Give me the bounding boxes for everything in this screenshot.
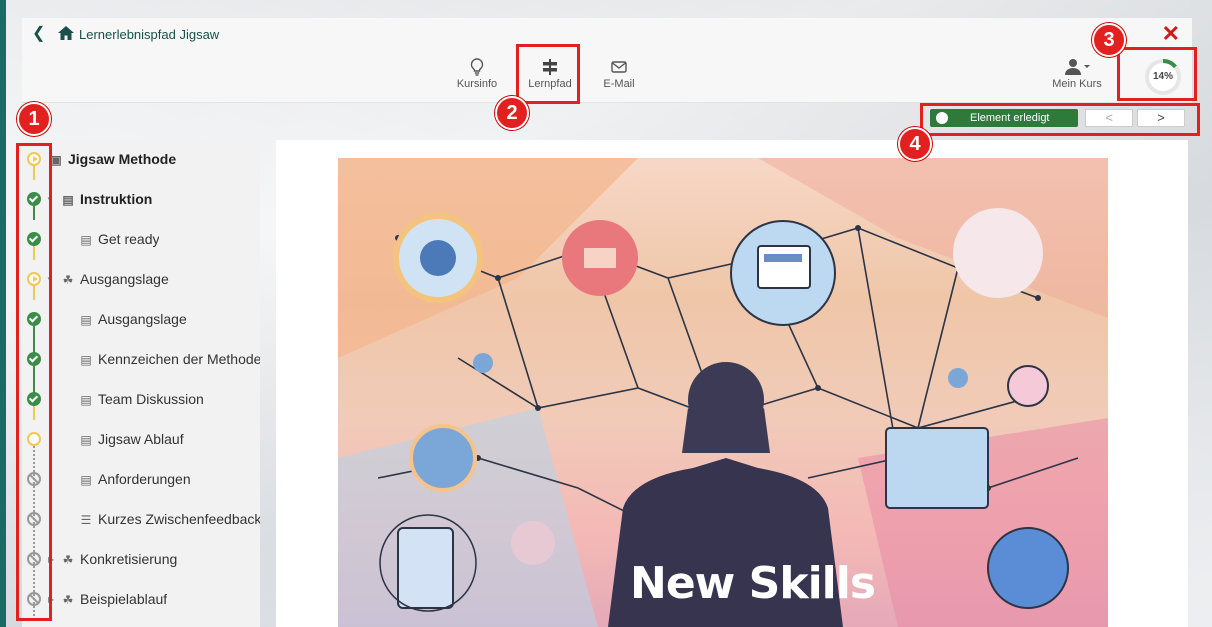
annotation-box-lernpfad: [516, 44, 580, 104]
annotation-badge-2: 2: [495, 96, 529, 130]
sidebar-item-zwischenfeedback[interactable]: ☰ Kurzes Zwischenfeedback: [78, 511, 260, 531]
course-toolbar: Kursinfo Lernpfad E-Mail Mein Kurs 14%: [22, 52, 1192, 103]
sidebar-item-ausgangslage-structure[interactable]: ☘ Ausgangslage: [60, 271, 169, 291]
sidebar-item-konkretisierung[interactable]: ☘ Konkretisierung: [60, 551, 178, 571]
annotation-box-progress: [1117, 47, 1197, 101]
close-icon[interactable]: ✕: [1162, 22, 1180, 46]
document-icon: ▤: [80, 233, 92, 247]
sidebar-item-jigsaw-ablauf[interactable]: ▤ Jigsaw Ablauf: [78, 431, 184, 451]
sidebar-item-label: Team Diskussion: [98, 391, 204, 407]
document-icon: ▤: [80, 473, 92, 487]
sidebar-item-jigsaw-methode[interactable]: ▣ Jigsaw Methode: [48, 151, 176, 171]
mein-kurs-button[interactable]: Mein Kurs: [1042, 58, 1112, 90]
sidebar-item-anforderungen[interactable]: ▤ Anforderungen: [78, 471, 191, 491]
sidebar-item-label: Konkretisierung: [80, 551, 178, 567]
sidebar-item-label: Jigsaw Ablauf: [98, 431, 184, 447]
sidebar-item-label: Jigsaw Methode: [68, 151, 177, 167]
sidebar-item-kennzeichen[interactable]: ▤ Kennzeichen der Methode: [78, 351, 260, 371]
annotation-box-sidebar: [16, 143, 52, 621]
annotation-badge-3: 3: [1092, 23, 1126, 57]
sidebar-item-label: Kurzes Zwischenfeedback: [98, 511, 260, 527]
sidebar-item-label: Instruktion: [80, 191, 153, 207]
course-title[interactable]: Lernerlebnispfad Jigsaw: [79, 27, 219, 42]
kursinfo-label: Kursinfo: [456, 78, 498, 90]
home-icon[interactable]: [58, 26, 74, 40]
course-header: ❮ Lernerlebnispfad Jigsaw ✕: [22, 18, 1192, 53]
sidebar-item-label: Anforderungen: [98, 471, 191, 487]
mein-kurs-label: Mein Kurs: [1052, 78, 1102, 90]
left-accent-strip: [0, 0, 6, 627]
sidebar-item-ausgangslage[interactable]: ▤ Ausgangslage: [78, 311, 187, 331]
hero-text: New Skills: [630, 558, 876, 609]
sidebar-item-instruktion[interactable]: ▤ Instruktion: [60, 191, 152, 211]
content-area: New Skills: [276, 140, 1188, 627]
sidebar-item-label: Get ready: [98, 231, 160, 247]
learning-path-sidebar: ▼ ▼ ▶ ▶ ▣ Jigsaw Methode ▤ Instruktion ▤ Ge…: [22, 140, 260, 627]
document-icon: ▤: [80, 393, 92, 407]
sidebar-item-label: Kennzeichen der Methode: [98, 351, 260, 367]
user-icon: [1065, 59, 1090, 75]
structure-icon: ☘: [62, 553, 74, 567]
structure-icon: ☘: [62, 273, 74, 287]
envelope-icon: [611, 61, 627, 73]
annotation-badge-4: 4: [898, 127, 932, 161]
sidebar-item-label: Ausgangslage: [98, 311, 187, 327]
sidebar-item-label: Ausgangslage: [80, 271, 169, 287]
back-chevron-icon[interactable]: ❮: [32, 25, 48, 43]
sidebar-item-label: Beispielablauf: [80, 591, 168, 607]
structure-icon: ☘: [62, 593, 74, 607]
document-icon: ▤: [62, 193, 74, 207]
email-button[interactable]: E-Mail: [584, 58, 654, 90]
sidebar-item-team-diskussion[interactable]: ▤ Team Diskussion: [78, 391, 204, 411]
annotation-box-element-bar: [920, 103, 1200, 136]
hero-illustration: New Skills: [338, 158, 1108, 627]
network-illustration: [338, 158, 1108, 627]
sidebar-item-beispielablauf[interactable]: ☘ Beispielablauf: [60, 591, 168, 611]
sidebar-item-get-ready[interactable]: ▤ Get ready: [78, 231, 159, 251]
email-label: E-Mail: [603, 78, 635, 90]
document-icon: ▤: [80, 313, 92, 327]
annotation-badge-1: 1: [17, 102, 51, 136]
lightbulb-icon: [470, 58, 484, 76]
document-icon: ▤: [80, 353, 92, 367]
document-icon: ▤: [80, 433, 92, 447]
kursinfo-button[interactable]: Kursinfo: [442, 58, 512, 90]
survey-icon: ☰: [80, 513, 92, 527]
